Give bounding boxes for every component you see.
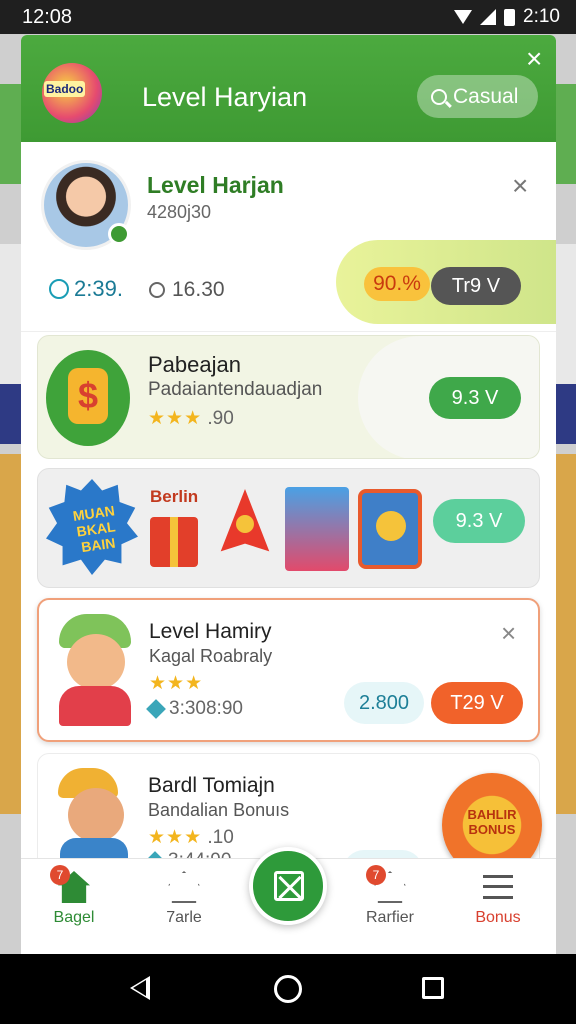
clock-icon bbox=[49, 279, 69, 299]
modal-title: Level Haryian bbox=[142, 82, 308, 112]
center-action-button[interactable] bbox=[249, 847, 327, 925]
status-icons: 2:10 bbox=[454, 6, 560, 28]
character-avatar bbox=[53, 614, 137, 726]
dismiss-card-button[interactable]: × bbox=[501, 620, 516, 646]
card-stat: 3:308:90 bbox=[146, 698, 243, 720]
menu-icon bbox=[483, 875, 513, 899]
card-subtitle: 4280j30 bbox=[147, 202, 212, 222]
value-pill: 2.800 bbox=[344, 682, 424, 724]
stars-icon: ★★★ bbox=[149, 673, 204, 694]
status-time: 12:08 bbox=[22, 6, 73, 28]
close-modal-button[interactable]: × bbox=[526, 45, 542, 73]
card-title: Level Hamiry bbox=[149, 620, 272, 643]
nav-label: Bonus bbox=[475, 909, 521, 926]
status-right-time: 2:10 bbox=[523, 6, 560, 27]
notification-badge: 7 bbox=[366, 865, 386, 885]
get-items-button[interactable]: 9.3 V bbox=[433, 499, 525, 543]
verified-icon bbox=[108, 223, 130, 245]
home-circle-icon[interactable] bbox=[274, 975, 302, 1003]
card-rating: ★★★ .10 bbox=[148, 826, 234, 849]
reward-card[interactable]: Pabeajan Padaiantendauadjan ★★★ .90 9.3 … bbox=[37, 335, 540, 459]
card-title: Pabeajan bbox=[148, 352, 241, 377]
nav-label: Rarfier bbox=[365, 909, 414, 926]
counter: 16.30 bbox=[149, 278, 225, 302]
bonus-badge-text: BAHLIR BONUS bbox=[467, 807, 517, 837]
logo-text: Badoo bbox=[44, 81, 86, 97]
items-label: Berlin bbox=[150, 487, 199, 506]
dismiss-card-button[interactable]: × bbox=[512, 172, 528, 200]
status-bar: 12:08 2:10 bbox=[0, 0, 576, 34]
notification-badge: 7 bbox=[50, 865, 70, 885]
claim-button[interactable]: 9.3 V bbox=[429, 377, 521, 419]
level-card-highlighted[interactable]: Level Hamiry Kagal Roabraly ★★★ 3:308:90… bbox=[37, 598, 540, 742]
stars-icon: ★★★ bbox=[148, 408, 203, 429]
timer: 2:39. bbox=[49, 276, 123, 302]
modal-header: Badoo Level Haryian Casual × bbox=[21, 35, 556, 142]
card-subtitle: Padaiantendauadjan bbox=[148, 379, 323, 400]
rating-value: .10 bbox=[207, 827, 234, 848]
progress-percent: 90.% bbox=[364, 267, 430, 301]
card-subtitle: Kagal Roabraly bbox=[149, 646, 273, 666]
badge-text: MUAN BKAL BAIN bbox=[71, 502, 117, 556]
game-scene-icon bbox=[285, 487, 349, 571]
character-avatar bbox=[52, 768, 136, 868]
counter-value: 16.30 bbox=[172, 278, 225, 301]
rocket-icon bbox=[220, 489, 270, 552]
target-icon bbox=[149, 282, 165, 298]
coin-card-icon bbox=[358, 489, 422, 569]
wifi-icon bbox=[454, 10, 473, 24]
card-subtitle: Bandalian Bonuıs bbox=[148, 800, 290, 820]
nav-item-table[interactable]: 7arle bbox=[139, 871, 229, 927]
stars-icon: ★★★ bbox=[148, 827, 203, 848]
card-title: Bardl Tomiajn bbox=[148, 774, 275, 797]
nav-item-home[interactable]: 7 Bagel bbox=[29, 865, 119, 927]
nav-label: 7arle bbox=[166, 909, 202, 926]
recent-apps-icon[interactable] bbox=[422, 977, 444, 999]
box-icon bbox=[274, 871, 304, 901]
level-card: Level Harjan 4280j30 × 2:39. 16.30 90.% … bbox=[21, 142, 556, 332]
app-logo: Badoo bbox=[42, 63, 102, 123]
badge-icon: MUAN BKAL BAIN bbox=[46, 479, 138, 575]
search-label: Casual bbox=[453, 84, 519, 108]
signal-icon bbox=[480, 9, 497, 25]
stat-value: 3:308:90 bbox=[169, 698, 243, 719]
nav-item-rarfier[interactable]: 7 Rarfier bbox=[345, 865, 435, 927]
try-button[interactable]: T29 V bbox=[431, 682, 523, 724]
house-icon bbox=[168, 871, 200, 903]
card-title: Level Harjan bbox=[147, 172, 284, 198]
gem-icon bbox=[146, 699, 166, 719]
items-card[interactable]: MUAN BKAL BAIN Berlin 9.3 V bbox=[37, 468, 540, 588]
back-icon[interactable] bbox=[130, 976, 150, 1000]
rating-value: .90 bbox=[207, 408, 234, 429]
nav-item-bonus[interactable]: Bonus bbox=[453, 871, 543, 927]
nav-label: Bagel bbox=[53, 909, 95, 926]
bottom-navigation: 7 Bagel 7arle 7 Rarfier Bonus bbox=[21, 847, 556, 954]
avatar bbox=[41, 160, 131, 250]
system-navigation bbox=[0, 954, 576, 1024]
card-rating: ★★★ .90 bbox=[148, 407, 234, 430]
gift-icon bbox=[150, 517, 198, 567]
try-button[interactable]: Tr9 V bbox=[431, 267, 521, 305]
search-icon bbox=[431, 88, 447, 105]
battery-icon bbox=[504, 8, 516, 26]
money-bag-icon bbox=[46, 350, 130, 446]
timer-value: 2:39. bbox=[74, 276, 123, 301]
search-button[interactable]: Casual bbox=[417, 75, 538, 118]
